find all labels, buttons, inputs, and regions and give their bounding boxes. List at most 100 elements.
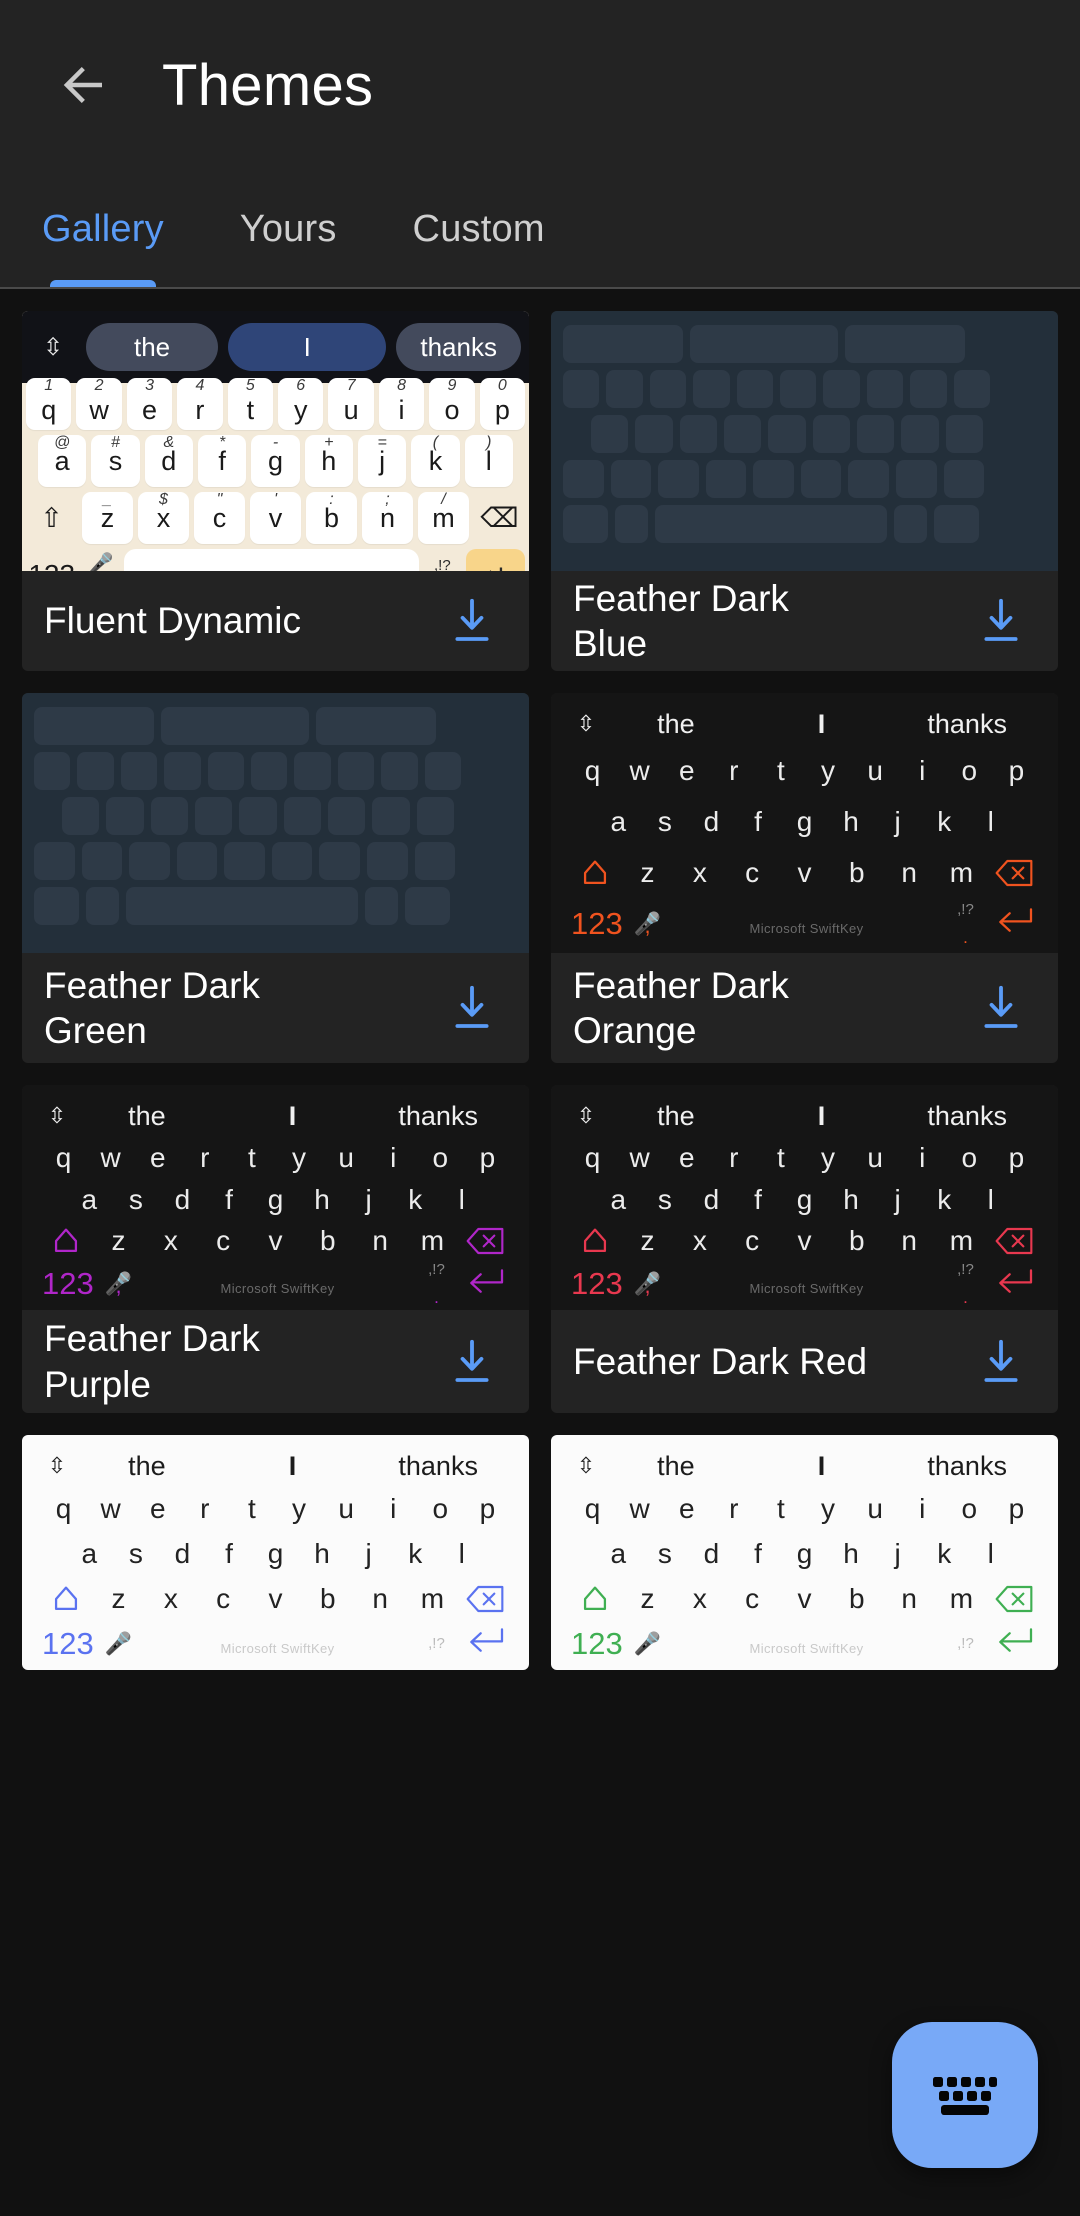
- theme-card[interactable]: Feather Dark Blue: [551, 311, 1058, 671]
- key: l: [458, 1183, 465, 1215]
- key: -g: [251, 434, 300, 487]
- key: e: [149, 1141, 166, 1173]
- key: b: [849, 1225, 865, 1257]
- key: + h: [304, 434, 353, 487]
- shift-icon: [569, 856, 621, 890]
- back-button[interactable]: [48, 49, 120, 121]
- key: i: [919, 754, 926, 786]
- theme-card[interactable]: ⇳ the I thanks qwertyuiop asdfghjkl z x …: [551, 693, 1058, 1063]
- backspace-icon: ⌫: [480, 502, 519, 533]
- punctuation-top-label: ,!?: [428, 1261, 445, 1279]
- key: q: [584, 1141, 601, 1173]
- key: d: [703, 1538, 720, 1570]
- download-button[interactable]: [966, 1327, 1036, 1397]
- theme-card[interactable]: ⇳ the I thanks qwertyuiop asdfghjkl z x …: [22, 1435, 529, 1670]
- numeric-key: 123: [42, 1266, 94, 1302]
- key: u: [867, 754, 883, 786]
- key: v: [797, 856, 812, 888]
- key-row-1: qwe r t yu i op: [40, 1487, 511, 1532]
- suggestion-chip: thanks: [396, 323, 521, 371]
- theme-card-footer: Feather Dark Purple: [22, 1310, 529, 1413]
- theme-card[interactable]: Feather Dark Green: [22, 693, 529, 1063]
- key: n: [901, 1582, 917, 1614]
- key: l: [987, 1538, 994, 1570]
- key: q: [584, 1493, 601, 1525]
- key: 7u: [328, 377, 374, 430]
- key: * f: [197, 434, 247, 487]
- punctuation-top-label: ,!?: [433, 556, 451, 572]
- theme-card[interactable]: ⇳ the I thanks qwertyuiop asdfghjkl z x …: [551, 1435, 1058, 1670]
- theme-card[interactable]: ⇳ the I thanks 1q 2w 3e 4r 5t 6y 7 u 8 i…: [22, 311, 529, 671]
- key: t: [777, 1141, 785, 1173]
- numeric-key: 123: [571, 1625, 623, 1661]
- theme-card[interactable]: ⇳ the I thanks qwertyuiop asdfghjkl z x …: [551, 1085, 1058, 1413]
- watermark: Microsoft SwiftKey: [749, 920, 864, 936]
- download-button[interactable]: [966, 586, 1036, 656]
- microphone-icon: 🎤: [104, 1630, 133, 1656]
- key: j: [894, 805, 901, 837]
- key: s: [657, 805, 672, 837]
- key-sublabel: 3: [145, 377, 154, 394]
- download-button[interactable]: [437, 973, 507, 1043]
- punctuation-key: ,!? .: [941, 1262, 991, 1306]
- suggestion-word-selected: I: [288, 1100, 297, 1131]
- key: z: [111, 1225, 126, 1257]
- key: v: [797, 1582, 812, 1614]
- enter-icon: [990, 1266, 1040, 1303]
- key: i: [390, 1493, 397, 1525]
- chevron-right-icon: ›: [395, 561, 403, 571]
- suggestion-word-selected: I: [817, 708, 826, 739]
- key: d: [703, 1183, 720, 1215]
- tab-gallery[interactable]: Gallery: [4, 170, 202, 289]
- download-icon: [984, 985, 1018, 1028]
- key: s: [657, 1538, 672, 1570]
- download-icon: [455, 1339, 489, 1382]
- themes-screen: Themes Gallery Yours Custom ⇳ the I than…: [0, 0, 1080, 2216]
- key: h: [314, 1538, 330, 1570]
- key-row-1: 1q 2w 3e 4r 5t 6y 7u 8i 9o 0p: [26, 377, 526, 430]
- backspace-icon: [988, 1584, 1040, 1614]
- open-keyboard-fab[interactable]: [892, 2022, 1038, 2168]
- key-row-3: ⇧ _ z $ x " c ' v :b ; n / m ⌫: [26, 491, 525, 544]
- suggestion-bar: ⇳ the I thanks: [569, 1445, 1040, 1487]
- key-sublabel: $: [159, 491, 168, 508]
- theme-card-footer: Feather Dark Orange: [551, 953, 1058, 1063]
- key: c: [216, 1582, 231, 1614]
- theme-card[interactable]: ⇳ the I thanks qwertyuiop asdfghjkl z x …: [22, 1085, 529, 1413]
- keyboard-preview-feather: ⇳ the I thanks qwertyuiop asdfghjkl z x …: [551, 1085, 1058, 1310]
- key: g: [796, 1183, 813, 1215]
- suggestion-word: the: [657, 708, 695, 739]
- key-sublabel: ": [216, 491, 223, 508]
- key: z: [640, 856, 655, 888]
- key: x: [692, 856, 707, 888]
- tab-custom[interactable]: Custom: [375, 170, 583, 289]
- key: r: [729, 754, 739, 786]
- key: y: [292, 1141, 307, 1173]
- key: / m: [418, 491, 469, 544]
- keyboard-icon: [933, 2077, 997, 2115]
- download-icon: [455, 598, 489, 641]
- download-button[interactable]: [966, 973, 1036, 1043]
- watermark: Microsoft SwiftKey: [749, 1640, 864, 1656]
- key-row-5: 123 🎤 , Microsoft SwiftKey ,!? .: [40, 1262, 511, 1306]
- key: d: [174, 1183, 191, 1215]
- key: 5t: [227, 377, 274, 430]
- key: 1q: [26, 377, 72, 430]
- key: s: [657, 1183, 672, 1215]
- expand-collapse-icon: ⇳: [576, 1453, 596, 1478]
- key: n: [901, 1225, 917, 1257]
- download-icon: [984, 598, 1018, 641]
- keyboard-preview-fluent: ⇳ the I thanks 1q 2w 3e 4r 5t 6y 7 u 8 i…: [22, 311, 529, 571]
- expand-collapse-icon: ⇳: [576, 1103, 596, 1128]
- download-button[interactable]: [437, 1327, 507, 1397]
- key: k: [408, 1538, 423, 1570]
- download-button[interactable]: [437, 586, 507, 656]
- key: j: [894, 1183, 901, 1215]
- key: l: [458, 1538, 465, 1570]
- key: x: [692, 1225, 707, 1257]
- suggestion-bar: ⇳ the I thanks: [40, 1095, 511, 1137]
- key: a: [610, 1183, 627, 1215]
- punctuation-top-label: ,!?: [957, 1261, 974, 1279]
- tab-yours[interactable]: Yours: [202, 170, 375, 289]
- key: y: [821, 754, 836, 786]
